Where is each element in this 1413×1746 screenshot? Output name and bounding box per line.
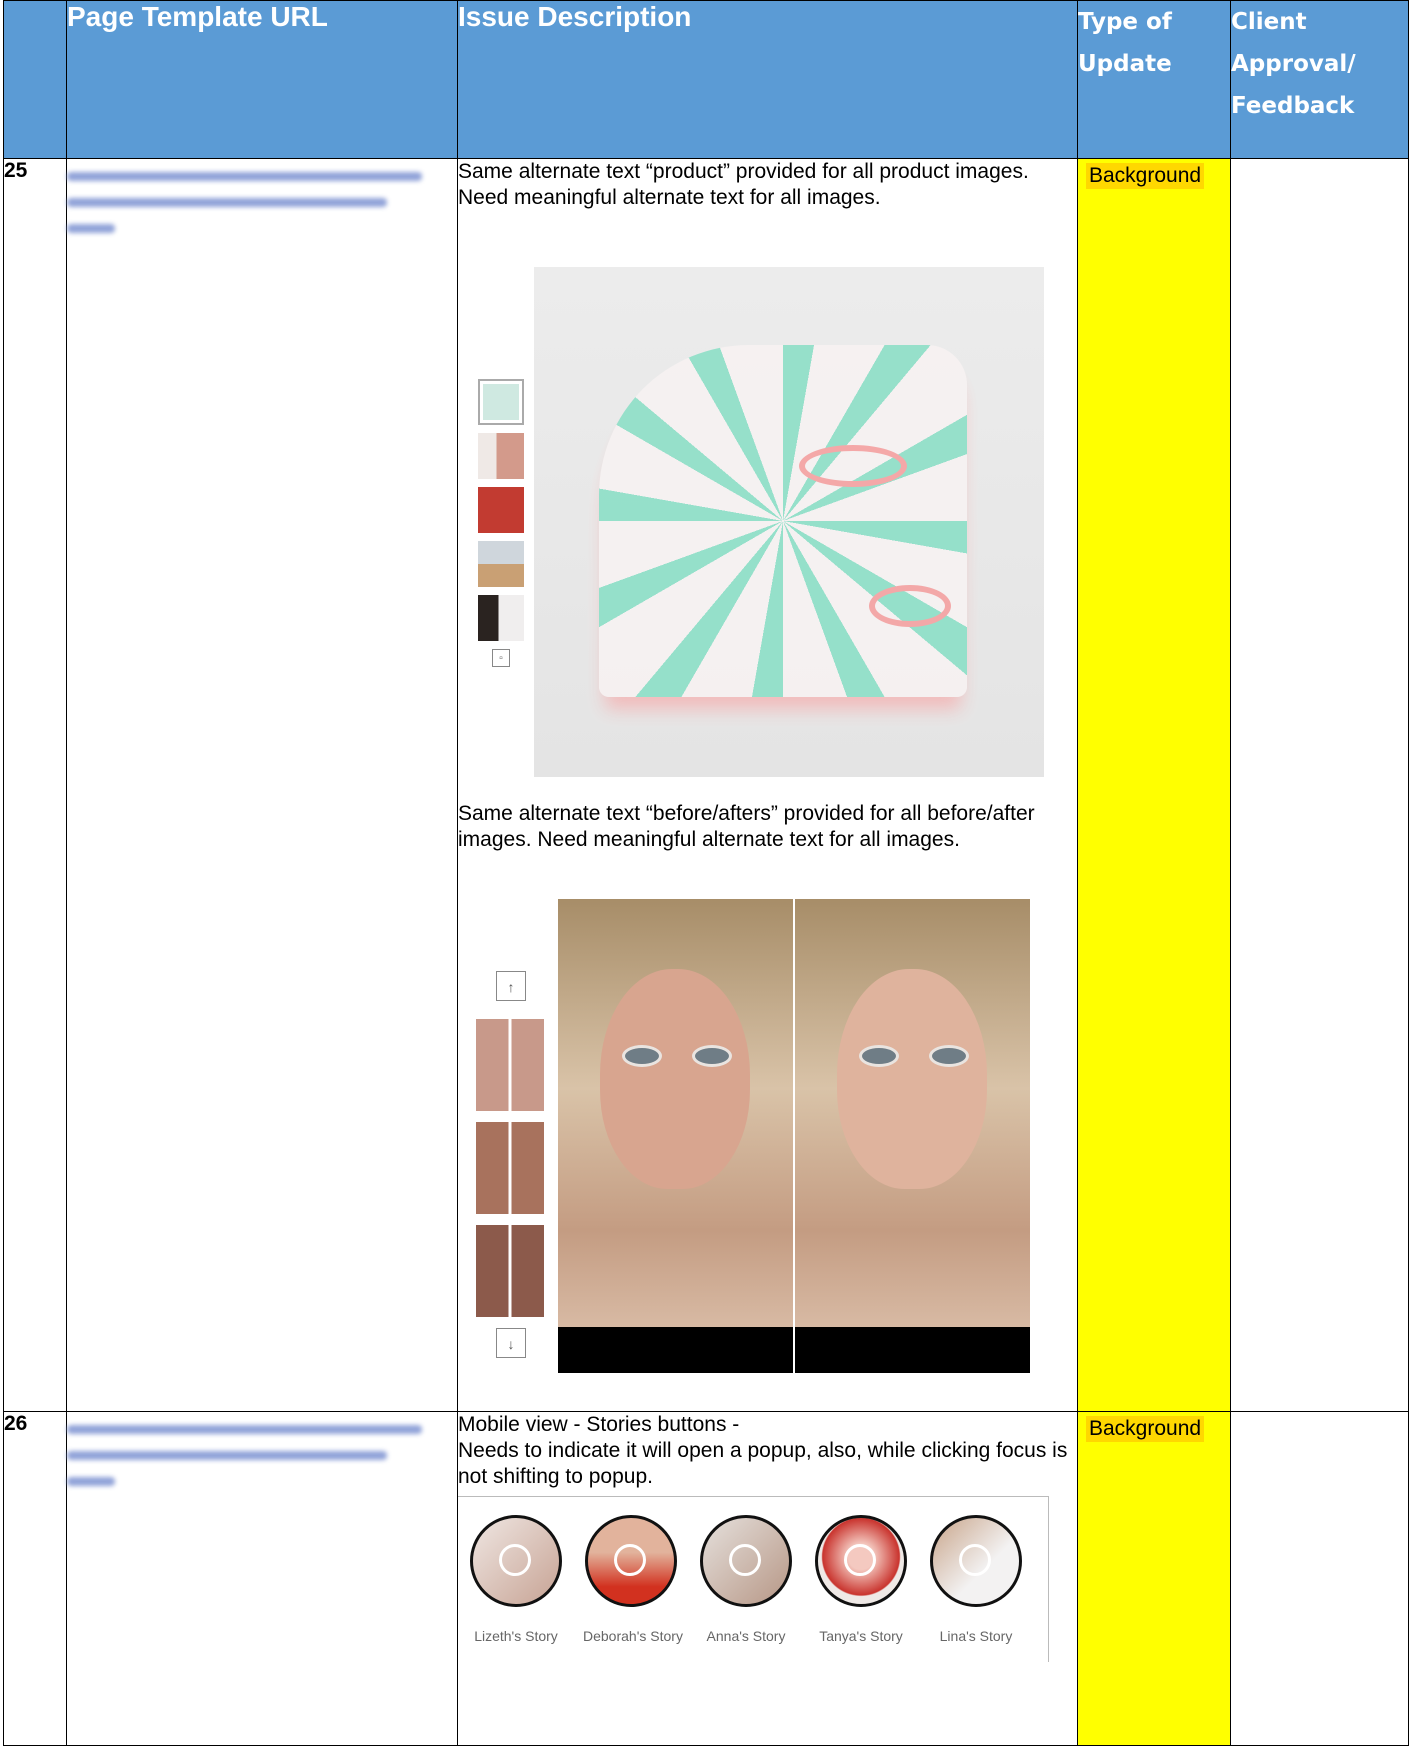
arrow-down-icon[interactable]: ↓	[496, 1328, 526, 1358]
product-thumbnail	[478, 433, 524, 479]
before-after-thumbnail	[476, 1225, 544, 1317]
arrow-up-icon[interactable]: ↑	[496, 971, 526, 1001]
header-page-template-url: Page Template URL	[66, 0, 458, 159]
story-label: Tanya's Story	[819, 1628, 903, 1644]
product-image	[534, 267, 1044, 777]
product-thumbnails: ▫	[478, 379, 526, 667]
chevron-down-icon: ▫	[492, 649, 510, 667]
header-number	[3, 0, 67, 159]
story-label: Lina's Story	[939, 1628, 1013, 1644]
product-gallery-screenshot: ▫	[458, 219, 1077, 779]
led-mask-illustration	[599, 345, 967, 697]
table-row: 25 Same alternate text “product” provide…	[3, 158, 1409, 1412]
header-row: Page Template URL Issue Description Type…	[3, 0, 1409, 159]
before-after-screenshot: ↑ ↓	[458, 899, 1077, 1411]
blurred-url-link[interactable]	[67, 1425, 457, 1486]
header-client-approval: Client Approval/ Feedback	[1230, 0, 1409, 159]
type-of-update-cell: Background	[1077, 1411, 1231, 1746]
story-label: Lizeth's Story	[474, 1628, 558, 1644]
story-button[interactable]: Lina's Story	[928, 1515, 1024, 1649]
stories-screenshot: Lizeth's Story Deborah's Story Anna's St…	[458, 1496, 1049, 1662]
client-approval-cell	[1230, 158, 1409, 1412]
row-number: 25	[3, 158, 67, 1412]
issue-text: Same alternate text “product” provided f…	[458, 160, 1029, 209]
type-of-update-cell: Background	[1077, 158, 1231, 1412]
blurred-url-link[interactable]	[67, 172, 457, 233]
type-label: Background	[1086, 163, 1205, 189]
issue-text: Same alternate text “before/afters” prov…	[458, 802, 1035, 851]
after-photo	[795, 899, 1030, 1373]
before-photo	[558, 899, 793, 1373]
before-after-thumbnail	[476, 1122, 544, 1214]
product-thumbnail	[478, 595, 524, 641]
issues-table: Page Template URL Issue Description Type…	[3, 0, 1409, 1746]
product-thumbnail	[478, 379, 524, 425]
issue-description-cell: Same alternate text “product” provided f…	[457, 158, 1078, 1412]
play-icon	[729, 1544, 761, 1576]
play-icon	[959, 1544, 991, 1576]
issue-description-cell: Mobile view - Stories buttons - Needs to…	[457, 1411, 1078, 1746]
story-button[interactable]: Anna's Story	[698, 1515, 794, 1649]
issue-text: Needs to indicate it will open a popup, …	[458, 1439, 1068, 1488]
product-thumbnail	[478, 541, 524, 587]
play-icon	[844, 1544, 876, 1576]
type-label: Background	[1086, 1416, 1205, 1442]
story-label: Deborah's Story	[583, 1628, 683, 1644]
story-button[interactable]: Deborah's Story	[583, 1515, 683, 1649]
story-button[interactable]: Tanya's Story	[813, 1515, 909, 1649]
play-icon	[499, 1544, 531, 1576]
issue-text: Mobile view - Stories buttons -	[458, 1413, 740, 1436]
client-approval-cell	[1230, 1411, 1409, 1746]
story-button[interactable]: Lizeth's Story	[468, 1515, 564, 1649]
story-label: Anna's Story	[706, 1628, 786, 1644]
header-issue-description: Issue Description	[457, 0, 1078, 159]
url-cell	[66, 158, 458, 1412]
before-after-thumbnails: ↑ ↓	[476, 971, 546, 1358]
before-after-thumbnail	[476, 1019, 544, 1111]
header-type-of-update: Type of Update	[1077, 0, 1231, 159]
product-thumbnail	[478, 487, 524, 533]
row-number: 26	[3, 1411, 67, 1746]
table-row: 26 Mobile view - Stories buttons - Needs…	[3, 1411, 1409, 1746]
url-cell	[66, 1411, 458, 1746]
play-icon	[614, 1544, 646, 1576]
